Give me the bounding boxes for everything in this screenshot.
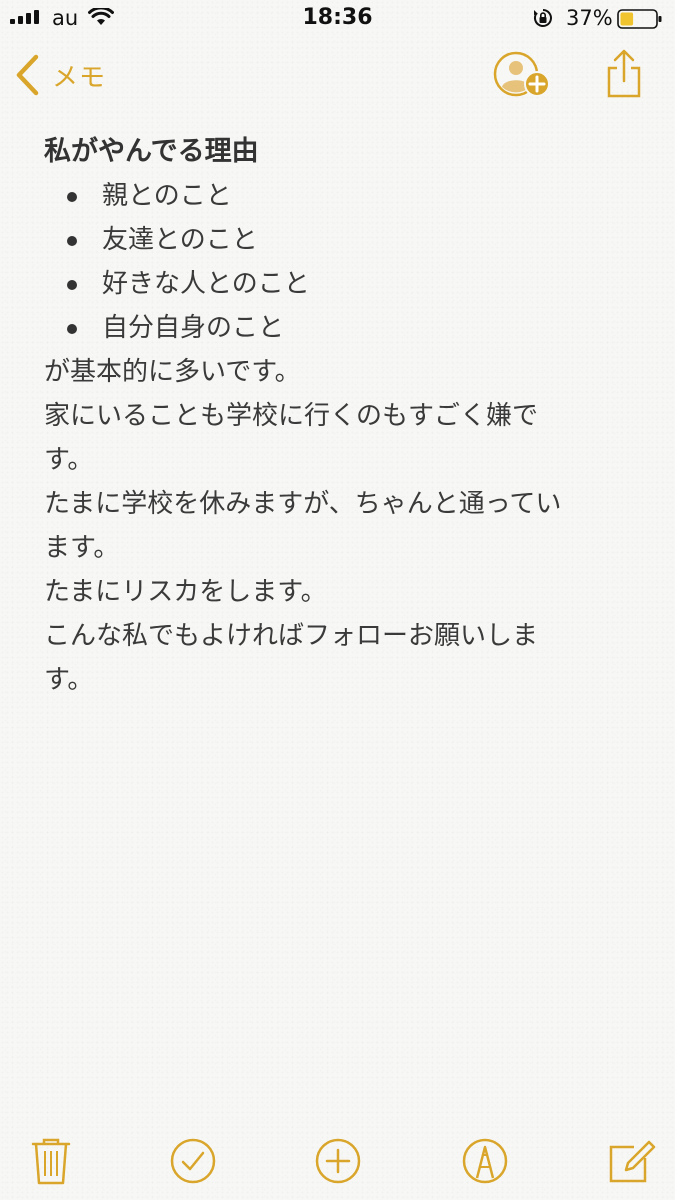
compose-button[interactable]: [606, 1136, 656, 1186]
note-line: たまに学校を休みますが、ちゃんと通ってい: [44, 489, 562, 519]
bullet-dot: [67, 192, 77, 202]
add-button[interactable]: [313, 1136, 363, 1186]
battery-percent: 37%: [566, 6, 613, 30]
share-icon: [607, 49, 641, 98]
note-line: す。: [44, 665, 94, 695]
checklist-icon: [170, 1138, 216, 1184]
bullet-dot: [67, 236, 77, 246]
status-bar: au 18:36 37%: [0, 0, 675, 40]
note-line: す。: [44, 445, 94, 475]
note-line: たまにリスカをします。: [44, 577, 327, 607]
bullet-text: 友達とのこと: [102, 225, 258, 255]
note-line: こんな私でもよければフォローお願いしま: [44, 621, 539, 651]
share-button[interactable]: [604, 48, 644, 100]
bullet-text: 自分自身のこと: [102, 313, 285, 343]
note-line: ます。: [44, 533, 120, 563]
note-line: 家にいることも学校に行くのもすごく嫌で: [44, 401, 539, 431]
trash-icon: [31, 1138, 71, 1185]
bullet-dot: [67, 280, 77, 290]
battery-level-fill: [620, 12, 634, 26]
bullet-item: 自分自身のこと: [44, 306, 634, 350]
bullet-item: 好きな人とのこと: [44, 262, 634, 306]
bullet-dot: [67, 324, 77, 334]
bullet-text: 好きな人とのこと: [102, 269, 310, 299]
add-icon: [315, 1138, 361, 1184]
add-person-button[interactable]: [490, 50, 556, 102]
bullet-text: 親とのこと: [102, 181, 232, 211]
battery-icon: [617, 9, 662, 29]
back-label: メモ: [52, 62, 107, 93]
bottom-toolbar: [0, 1126, 675, 1200]
add-person-icon: [493, 51, 550, 97]
bullet-item: 友達とのこと: [44, 218, 634, 262]
rotation-lock-icon: [533, 9, 552, 27]
chevron-left-icon: [16, 54, 39, 96]
delete-button[interactable]: [26, 1136, 76, 1186]
compose-icon: [609, 1140, 656, 1183]
bullet-item: 親とのこと: [44, 174, 634, 218]
sketch-button[interactable]: [460, 1136, 510, 1186]
note-line: が基本的に多いです。: [44, 357, 301, 387]
note-body[interactable]: 私がやんでる理由 親とのこと 友達とのこと 好きな人とのこと 自分自身のこと が…: [44, 130, 634, 702]
note-title: 私がやんでる理由: [44, 136, 259, 167]
checklist-button[interactable]: [168, 1136, 218, 1186]
sketch-icon: [462, 1138, 508, 1184]
back-button[interactable]: メモ: [14, 52, 106, 98]
bullet-list: 親とのこと 友達とのこと 好きな人とのこと 自分自身のこと: [44, 174, 634, 350]
